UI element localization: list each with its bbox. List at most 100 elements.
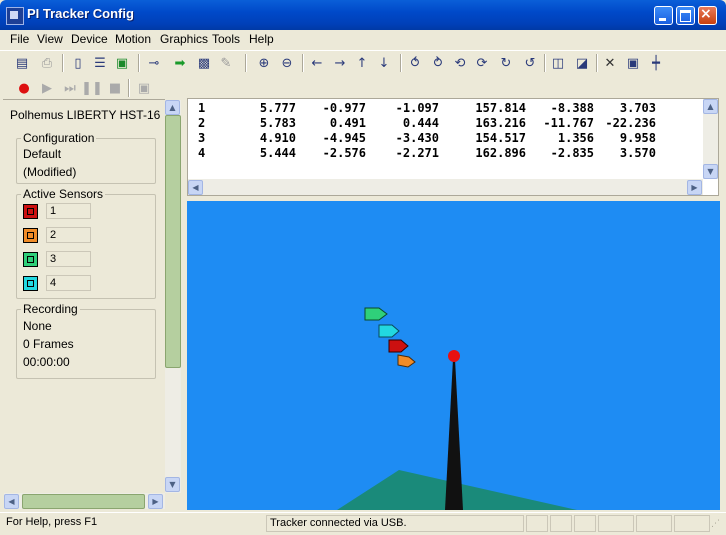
readout-value-cell: -3.430 bbox=[395, 131, 439, 145]
arrow-left-icon[interactable]: ← bbox=[307, 53, 327, 73]
menu-graphics[interactable]: Graphics bbox=[160, 32, 208, 46]
minimize-icon bbox=[659, 18, 666, 21]
readout-value-cell: -8.388 bbox=[550, 101, 594, 115]
sensor-4-marker bbox=[378, 324, 400, 338]
graphics-viewport[interactable] bbox=[187, 201, 720, 510]
arrow-up-icon[interactable]: ↑ bbox=[352, 53, 372, 73]
arrow-down-icon[interactable]: ↓ bbox=[374, 53, 394, 73]
menu-help[interactable]: Help bbox=[249, 32, 274, 46]
step-icon[interactable]: ⏭ bbox=[60, 78, 80, 98]
status-pane bbox=[674, 515, 710, 532]
sensor-4-field[interactable]: 4 bbox=[46, 275, 91, 291]
view-back-icon[interactable]: ◪ bbox=[572, 53, 592, 73]
frame-icon[interactable]: ▣ bbox=[623, 53, 643, 73]
recording-frames: 0 Frames bbox=[23, 337, 74, 351]
readout-scroll-right-button[interactable]: ▶ bbox=[687, 180, 702, 195]
device-name: Polhemus LIBERTY HST-16 bbox=[10, 108, 161, 122]
splitter[interactable] bbox=[182, 98, 186, 510]
go-icon[interactable]: ➡ bbox=[170, 53, 190, 73]
rotate-y-pos-icon[interactable]: ⟲ bbox=[450, 53, 470, 73]
connect-icon[interactable]: ⊸ bbox=[144, 53, 164, 73]
arrow-right-icon[interactable]: → bbox=[330, 53, 350, 73]
sensor-id-cell: 2 bbox=[198, 116, 206, 130]
source-marker bbox=[448, 350, 460, 362]
config-icon[interactable]: ▤ bbox=[12, 53, 32, 73]
record-toolbar: ● ▶ ⏭ ❚❚ ■ ▣ bbox=[0, 76, 160, 98]
scroll-down-button[interactable]: ▼ bbox=[165, 477, 180, 492]
readout-value-cell: -22.236 bbox=[605, 116, 656, 130]
print-icon[interactable]: ⎙ bbox=[37, 53, 57, 73]
sensor-id-cell: 3 bbox=[198, 131, 206, 145]
readout-scroll-up-button[interactable]: ▲ bbox=[703, 99, 718, 114]
left-hscroll-thumb[interactable] bbox=[22, 494, 145, 509]
status-pane bbox=[574, 515, 596, 532]
view-front-icon[interactable]: ◫ bbox=[548, 53, 568, 73]
left-vscroll-thumb[interactable] bbox=[165, 115, 181, 368]
menu-file[interactable]: File bbox=[10, 32, 29, 46]
zoom-in-icon[interactable]: ⊕ bbox=[254, 53, 274, 73]
readout-value-cell: -2.271 bbox=[395, 146, 439, 160]
list-view-icon[interactable]: ☰ bbox=[90, 53, 110, 73]
configuration-name: Default bbox=[23, 147, 62, 161]
readout-scroll-down-button[interactable]: ▼ bbox=[703, 164, 718, 179]
close-button[interactable]: × bbox=[698, 6, 717, 25]
rotate-x-neg-icon[interactable]: ⥁ bbox=[428, 53, 448, 73]
minimize-button[interactable] bbox=[654, 6, 673, 25]
app-icon[interactable] bbox=[6, 7, 24, 25]
rotate-x-pos-icon[interactable]: ⥀ bbox=[405, 53, 425, 73]
pencil-icon[interactable]: ✎ bbox=[216, 53, 236, 73]
resize-grip-icon[interactable]: ⋰ bbox=[711, 519, 720, 529]
graphics-view-icon[interactable]: ▣ bbox=[112, 53, 132, 73]
scene-svg bbox=[337, 307, 577, 510]
recording-status: None bbox=[23, 319, 52, 333]
recording-time: 00:00:00 bbox=[23, 355, 70, 369]
sensor-id-cell: 4 bbox=[198, 146, 206, 160]
pause-icon[interactable]: ❚❚ bbox=[81, 78, 103, 98]
ruler-icon[interactable]: ┿ bbox=[646, 53, 666, 73]
play-icon[interactable]: ▶ bbox=[37, 78, 57, 98]
zoom-out-icon[interactable]: ⊖ bbox=[277, 53, 297, 73]
readout-value-cell: 5.777 bbox=[259, 101, 296, 115]
sensor-id-cell: 1 bbox=[198, 101, 206, 115]
sensor-4-color[interactable] bbox=[23, 276, 38, 291]
sensor-1-field[interactable]: 1 bbox=[46, 203, 91, 219]
sensor-3-color[interactable] bbox=[23, 252, 38, 267]
readout-value-cell: -1.097 bbox=[395, 101, 439, 115]
sensor-1-marker bbox=[388, 339, 409, 353]
readout-value-cell: 3.570 bbox=[619, 146, 656, 160]
window-title: PI Tracker Config bbox=[27, 6, 134, 21]
sensor-3-marker bbox=[364, 307, 388, 321]
sensor-2-color[interactable] bbox=[23, 228, 38, 243]
menu-view[interactable]: View bbox=[37, 32, 63, 46]
readout-hscrollbar[interactable] bbox=[188, 179, 703, 195]
readout-value-cell: 0.491 bbox=[329, 116, 366, 130]
menu-tools[interactable]: Tools bbox=[212, 32, 240, 46]
readout-scroll-left-button[interactable]: ◀ bbox=[188, 180, 203, 195]
rotate-z-pos-icon[interactable]: ↻ bbox=[496, 53, 516, 73]
maximize-button[interactable] bbox=[676, 6, 695, 25]
menu-motion[interactable]: Motion bbox=[115, 32, 151, 46]
status-bar: For Help, press F1 Tracker connected via… bbox=[0, 512, 726, 535]
record-icon[interactable]: ● bbox=[14, 78, 34, 98]
close-icon: × bbox=[700, 6, 712, 22]
sensor-2-field[interactable]: 2 bbox=[46, 227, 91, 243]
scroll-up-button[interactable]: ▲ bbox=[165, 100, 180, 115]
panel-view-icon[interactable]: ▯ bbox=[68, 53, 88, 73]
scroll-left-button[interactable]: ◀ bbox=[4, 494, 19, 509]
camera-icon[interactable]: ▩ bbox=[194, 53, 214, 73]
sensor-1-color[interactable] bbox=[23, 204, 38, 219]
readout-value-cell: 5.783 bbox=[259, 116, 296, 130]
readout-value-cell: 4.910 bbox=[259, 131, 296, 145]
rotate-z-neg-icon[interactable]: ↺ bbox=[520, 53, 540, 73]
readout-value-cell: 154.517 bbox=[475, 131, 526, 145]
stop-icon[interactable]: ■ bbox=[105, 78, 125, 98]
sensor-3-field[interactable]: 3 bbox=[46, 251, 91, 267]
clear-icon[interactable]: ✕ bbox=[600, 53, 620, 73]
scroll-right-button[interactable]: ▶ bbox=[148, 494, 163, 509]
readout-value-cell: -11.767 bbox=[543, 116, 594, 130]
readout-value-cell: -0.977 bbox=[322, 101, 366, 115]
sensor-2-marker bbox=[397, 354, 416, 368]
rotate-y-neg-icon[interactable]: ⟳ bbox=[472, 53, 492, 73]
menu-device[interactable]: Device bbox=[71, 32, 108, 46]
save-icon[interactable]: ▣ bbox=[134, 78, 154, 98]
